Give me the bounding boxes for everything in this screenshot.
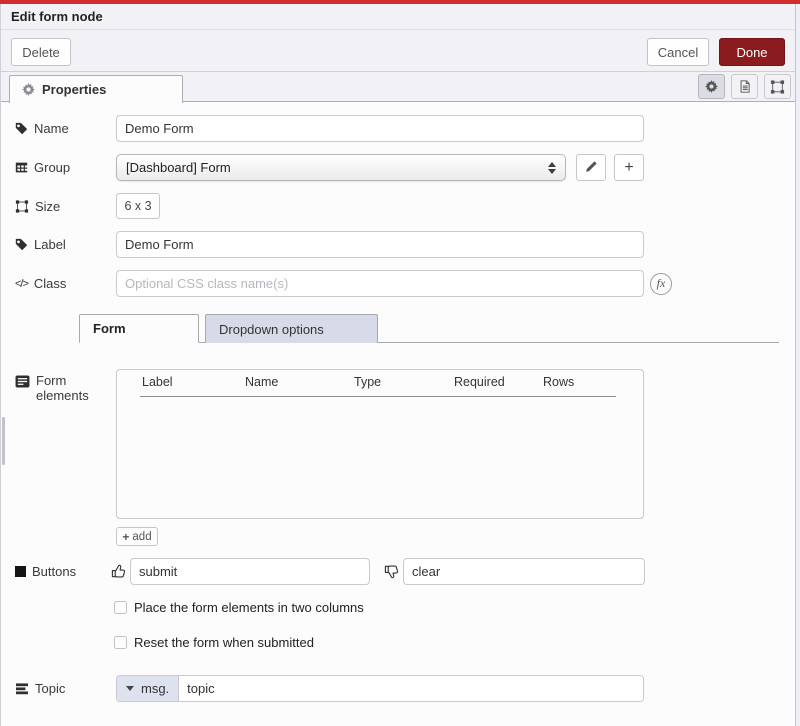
group-label: Group — [34, 160, 70, 175]
buttons-label: Buttons — [32, 564, 76, 579]
plus-icon: + — [122, 530, 129, 544]
topic-typedinput: msg. — [116, 675, 644, 702]
form-elements-label: Form elements — [36, 373, 98, 403]
object-group-icon — [770, 80, 785, 94]
form-list-icon — [15, 373, 30, 388]
tab-dropdown-options-label: Dropdown options — [219, 322, 324, 337]
delete-button[interactable]: Delete — [11, 38, 71, 66]
document-icon — [738, 79, 752, 94]
buttons-row: Buttons — [15, 558, 795, 585]
reset-option-row: Reset the form when submitted — [114, 635, 795, 650]
plus-icon: + — [624, 160, 633, 176]
size-row: Size 6 x 3 — [15, 193, 795, 219]
clear-button-input[interactable] — [403, 558, 645, 585]
editor-section-buttons — [698, 74, 791, 99]
properties-panel: Name Group [Dashboard] Form — [1, 102, 795, 702]
appearance-section-button[interactable] — [764, 74, 791, 99]
buttons-label-group: Buttons — [15, 564, 111, 579]
dialog-panel: Edit form node Delete Cancel Done Proper… — [0, 4, 796, 726]
column-header-required: Required — [452, 375, 541, 396]
tab-properties-label: Properties — [42, 82, 106, 97]
tab-dropdown-options[interactable]: Dropdown options — [205, 314, 378, 343]
reset-form-checkbox[interactable] — [114, 636, 127, 649]
thumbs-up-icon — [111, 564, 126, 579]
form-subtabs: Form Dropdown options — [79, 314, 779, 343]
dialog-title: Edit form node — [11, 9, 103, 24]
topic-type-button[interactable]: msg. — [117, 676, 179, 701]
tab-form[interactable]: Form — [79, 314, 199, 343]
tab-form-label: Form — [93, 321, 126, 336]
tasks-icon — [15, 683, 29, 695]
form-elements-label-group: Form elements — [15, 369, 116, 403]
column-header-name: Name — [243, 375, 352, 396]
class-row: </> Class fx — [15, 270, 795, 297]
topic-input[interactable] — [179, 676, 643, 701]
form-tab-panel: Form elements Label Name Type Required R… — [1, 343, 795, 702]
properties-section-button[interactable] — [698, 74, 725, 99]
pencil-icon — [585, 160, 598, 176]
group-row: Group [Dashboard] Form + — [15, 154, 795, 181]
label-label: Label — [34, 237, 66, 252]
expression-fx-button[interactable]: fx — [650, 273, 672, 295]
add-group-button[interactable]: + — [614, 154, 644, 181]
form-elements-row: Form elements Label Name Type Required R… — [15, 369, 795, 546]
tab-properties[interactable]: Properties — [9, 75, 183, 103]
reset-form-checkbox-label: Reset the form when submitted — [134, 635, 314, 650]
form-elements-table[interactable]: Label Name Type Required Rows — [116, 369, 644, 519]
form-elements-field: Label Name Type Required Rows + add — [116, 369, 644, 546]
class-label: Class — [34, 276, 67, 291]
tag-icon — [15, 238, 28, 251]
panel-scrollbar[interactable] — [2, 417, 5, 465]
square-icon — [15, 566, 26, 577]
submit-button-input[interactable] — [130, 558, 370, 585]
topic-row: Topic msg. — [15, 675, 795, 702]
done-button[interactable]: Done — [719, 38, 785, 66]
name-input[interactable] — [116, 115, 644, 142]
class-input[interactable] — [116, 270, 644, 297]
add-element-button[interactable]: + add — [116, 527, 158, 546]
code-icon: </> — [15, 278, 28, 290]
group-label-group: Group — [15, 160, 116, 175]
topic-type-label: msg. — [141, 681, 169, 696]
name-label-group: Name — [15, 121, 116, 136]
group-select[interactable]: [Dashboard] Form — [116, 154, 566, 181]
object-group-icon — [15, 200, 29, 213]
add-element-label: add — [132, 531, 151, 543]
cancel-button[interactable]: Cancel — [647, 38, 709, 66]
label-input[interactable] — [116, 231, 644, 258]
column-header-type: Type — [352, 375, 452, 396]
name-row: Name — [15, 115, 795, 142]
column-header-rows: Rows — [541, 375, 616, 396]
label-row: Label — [15, 231, 795, 258]
label-label-group: Label — [15, 237, 116, 252]
thumbs-down-icon — [384, 564, 399, 579]
column-header-label: Label — [140, 375, 243, 396]
topic-label: Topic — [35, 681, 65, 696]
gear-icon — [705, 80, 718, 93]
form-elements-table-header: Label Name Type Required Rows — [140, 375, 616, 397]
description-section-button[interactable] — [731, 74, 758, 99]
tag-icon — [15, 122, 28, 135]
gear-icon — [22, 83, 35, 96]
two-columns-checkbox-label: Place the form elements in two columns — [134, 600, 364, 615]
caret-down-icon — [126, 686, 134, 691]
size-label: Size — [35, 199, 60, 214]
dialog-header: Edit form node — [1, 4, 795, 30]
name-label: Name — [34, 121, 69, 136]
edit-form-node-dialog: Edit form node Delete Cancel Done Proper… — [0, 0, 800, 726]
table-icon — [15, 161, 28, 174]
toolbar-right-group: Cancel Done — [647, 38, 785, 66]
select-arrows-icon — [548, 162, 556, 174]
size-label-group: Size — [15, 199, 116, 214]
group-select-value: [Dashboard] Form — [126, 160, 231, 175]
two-columns-checkbox[interactable] — [114, 601, 127, 614]
topic-label-group: Topic — [15, 681, 116, 696]
size-button[interactable]: 6 x 3 — [116, 193, 160, 219]
class-label-group: </> Class — [15, 276, 116, 291]
edit-group-button[interactable] — [576, 154, 606, 181]
two-columns-option-row: Place the form elements in two columns — [114, 600, 795, 615]
dialog-toolbar: Delete Cancel Done — [1, 30, 795, 72]
editor-tabstrip: Properties — [1, 72, 795, 102]
